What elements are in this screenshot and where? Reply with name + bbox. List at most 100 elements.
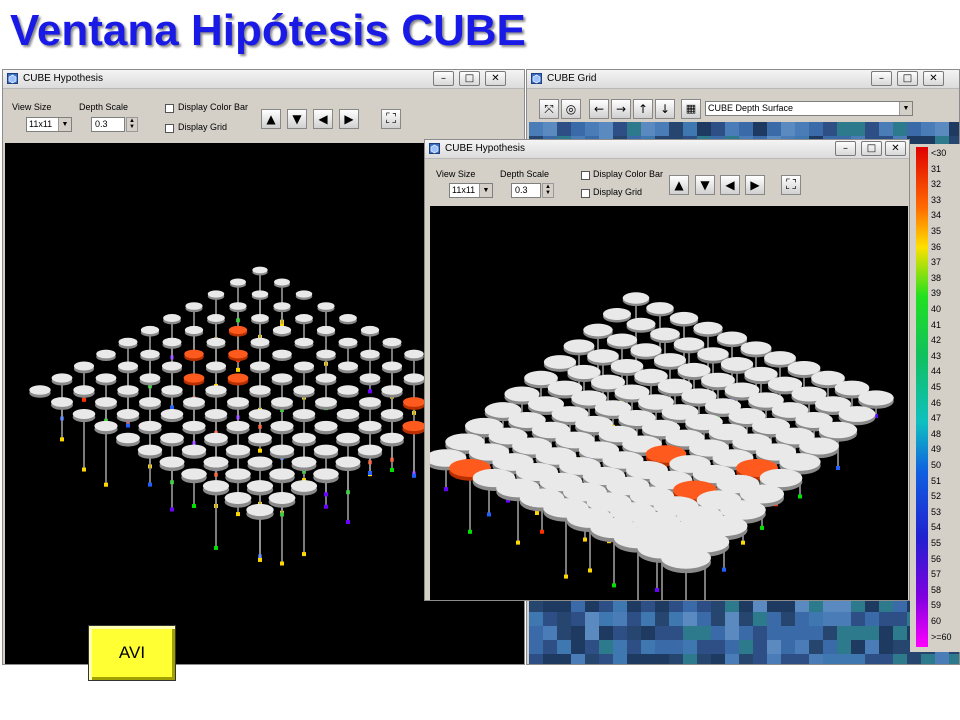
minimize-icon[interactable]: –	[871, 71, 892, 86]
zoom-extents-icon[interactable]: ⤧	[539, 99, 559, 119]
minimize-icon[interactable]: –	[433, 71, 454, 86]
legend-label: 51	[931, 475, 942, 486]
surface-cell	[669, 612, 683, 626]
surface-cell	[613, 640, 627, 654]
display-grid-label: Display Grid	[178, 122, 228, 132]
depth-scale-label: Depth Scale	[500, 169, 550, 179]
surface-cell	[599, 640, 613, 654]
maximize-icon[interactable]: □	[861, 141, 882, 156]
arrow-up-icon[interactable]: ▲	[669, 175, 689, 195]
maximize-icon[interactable]: □	[459, 71, 480, 86]
display-grid-checkbox[interactable]	[581, 189, 590, 198]
surface-cell	[529, 122, 543, 136]
surface-cell	[879, 640, 893, 654]
avi-button[interactable]: AVI	[88, 625, 176, 681]
view-size-select[interactable]: 11x11 ▼	[26, 117, 72, 132]
surface-cell	[795, 640, 809, 654]
surface-cell	[543, 626, 557, 640]
hypothesis-disc	[291, 456, 317, 483]
arrow-left-icon[interactable]: ◀	[313, 109, 333, 129]
target-icon[interactable]: ◎	[561, 99, 581, 119]
surface-cell	[739, 654, 753, 664]
hypothesis-disc	[225, 468, 251, 484]
legend-label: 49	[931, 444, 942, 455]
titlebar[interactable]: CUBE Hypothesis – □ ✕	[425, 140, 909, 159]
surface-cell	[599, 612, 613, 626]
hypothesis-disc	[357, 444, 383, 476]
surface-cell	[753, 122, 767, 136]
surface-cell	[557, 612, 571, 626]
close-icon[interactable]: ✕	[885, 141, 906, 156]
fit-view-icon[interactable]: ⛶	[781, 175, 801, 195]
maximize-icon[interactable]: □	[897, 71, 918, 86]
fit-view-icon[interactable]: ⛶	[381, 109, 401, 129]
surface-cell	[641, 654, 655, 664]
surface-cell	[851, 612, 865, 626]
surface-cell	[781, 640, 795, 654]
display-color-bar-label: Display Color Bar	[593, 169, 664, 179]
surface-cell	[767, 626, 781, 640]
minimize-icon[interactable]: –	[835, 141, 856, 156]
arrow-right-icon[interactable]: →	[611, 99, 631, 119]
surface-cell	[809, 122, 823, 136]
close-icon[interactable]: ✕	[485, 71, 506, 86]
depth-scale-spinner[interactable]: ▲ ▼	[542, 183, 554, 198]
hypothesis-disc	[313, 468, 339, 497]
titlebar[interactable]: CUBE Grid – □ ✕	[527, 70, 959, 89]
surface-cell	[753, 612, 767, 626]
surface-cell	[851, 626, 865, 640]
close-icon[interactable]: ✕	[923, 71, 944, 86]
surface-cell	[599, 626, 613, 640]
arrow-down-icon[interactable]: ▼	[695, 175, 715, 195]
depth-scale-spinner[interactable]: ▲ ▼	[126, 117, 138, 132]
display-color-bar-checkbox[interactable]	[581, 171, 590, 180]
surface-select[interactable]: CUBE Depth Surface ▼	[705, 101, 913, 116]
view-size-value: 11x11	[452, 185, 476, 195]
hypothesis-disc	[72, 408, 96, 472]
chevron-down-icon[interactable]: ▼	[58, 118, 71, 131]
surface-cell	[543, 654, 557, 664]
arrow-up-icon[interactable]: ↑	[633, 99, 653, 119]
hypothesis-disc	[359, 373, 381, 386]
arrow-down-icon[interactable]: ↓	[655, 99, 675, 119]
grid-toolbar: ⤧ ◎ ← → ↑ ↓ ▦ CUBE Depth Surface ▼	[527, 89, 959, 121]
legend-label: 32	[931, 179, 942, 190]
arrow-right-icon[interactable]: ▶	[339, 109, 359, 129]
chevron-down-icon[interactable]: ▼	[479, 184, 492, 197]
surface-cell	[557, 654, 571, 664]
hypothesis-disc	[184, 349, 204, 362]
legend-label: 50	[931, 460, 942, 470]
arrow-up-icon[interactable]: ▲	[261, 109, 281, 129]
surface-cell	[823, 640, 837, 654]
surface-cell	[529, 654, 543, 664]
legend-label: 34	[931, 210, 942, 221]
hypothesis-disc	[403, 373, 425, 386]
display-grid-checkbox[interactable]	[165, 124, 174, 133]
arrow-left-icon[interactable]: ◀	[720, 175, 740, 195]
chevron-down-icon[interactable]: ▼	[899, 102, 912, 115]
surface-cell	[949, 122, 959, 136]
surface-cell	[599, 654, 613, 664]
display-color-bar-checkbox[interactable]	[165, 104, 174, 113]
depth-scale-input[interactable]: 0.3	[511, 183, 541, 198]
surface-cell	[641, 640, 655, 654]
hypothesis-disc	[336, 408, 360, 423]
depth-scale-input[interactable]: 0.3	[91, 117, 125, 132]
surface-cell	[641, 626, 655, 640]
surface-cell	[851, 122, 865, 136]
surface-cell	[585, 654, 599, 664]
arrow-left-icon[interactable]: ←	[589, 99, 609, 119]
surface-cell	[683, 654, 697, 664]
hypothesis-3d-view-front[interactable]	[430, 206, 908, 600]
surface-cell	[809, 626, 823, 640]
surface-cell	[865, 640, 879, 654]
grid-colormap-icon[interactable]: ▦	[681, 99, 701, 119]
view-size-select[interactable]: 11x11 ▼	[449, 183, 493, 198]
surface-cell	[711, 626, 725, 640]
surface-cell	[697, 640, 711, 654]
legend-label: 56	[931, 553, 942, 564]
surface-cell	[739, 122, 753, 136]
arrow-right-icon[interactable]: ▶	[745, 175, 765, 195]
arrow-down-icon[interactable]: ▼	[287, 109, 307, 129]
titlebar[interactable]: CUBE Hypothesis – □ ✕	[3, 70, 524, 89]
